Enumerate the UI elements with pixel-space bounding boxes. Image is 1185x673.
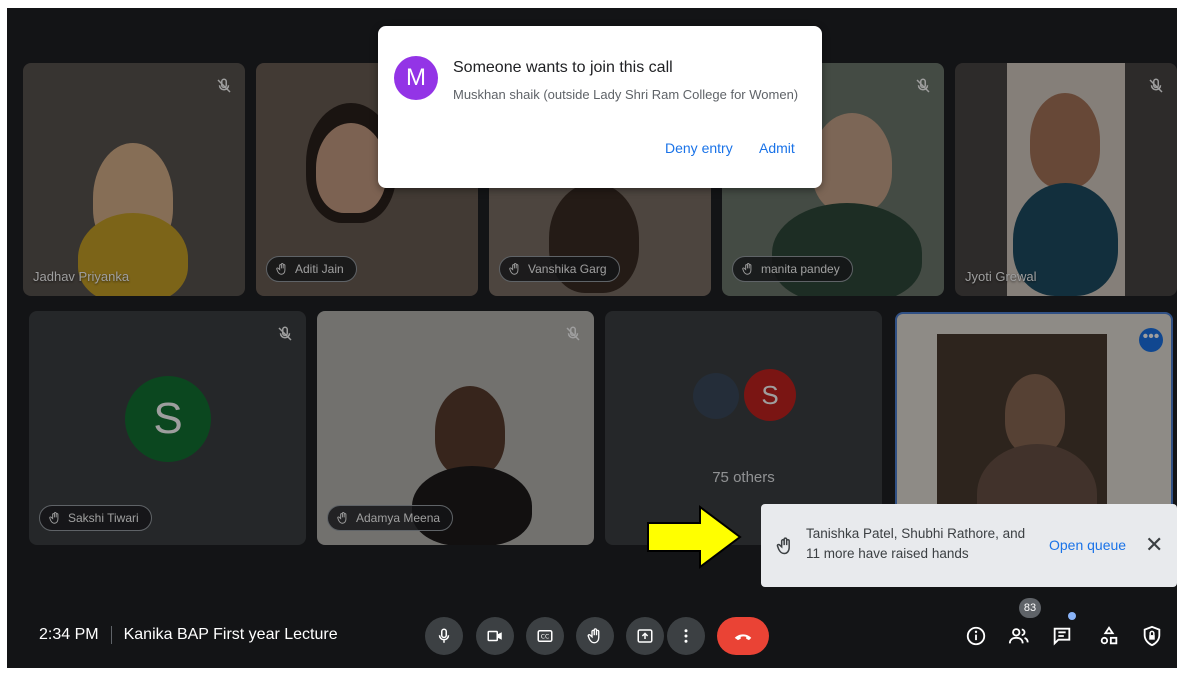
meeting-title: Kanika BAP First year Lecture [123,626,338,643]
svg-text:CC: CC [541,634,549,641]
chat-button[interactable] [1050,624,1074,648]
people-button[interactable] [1007,624,1031,648]
open-queue-button[interactable]: Open queue [1049,537,1126,553]
more-options-button[interactable] [667,617,705,655]
raised-hands-text: Tanishka Patel, Shubhi Rathore, and 11 m… [806,526,1026,561]
closed-captions-icon: CC [537,630,553,642]
raised-hand-icon [776,537,790,555]
deny-entry-button[interactable]: Deny entry [665,140,733,156]
admit-button[interactable]: Admit [759,140,795,156]
divider [110,626,112,644]
clock-time: 2:34 PM [39,626,99,643]
meeting-details-button[interactable] [964,624,988,648]
close-notification-button[interactable]: ✕ [1145,532,1163,558]
shield-lock-icon [1143,625,1161,647]
unread-dot [1068,612,1076,620]
present-screen-icon [637,629,653,643]
captions-button[interactable]: CC [526,617,564,655]
more-vert-icon [684,629,688,643]
people-count-badge: 83 [1019,598,1041,618]
chat-icon [1053,627,1071,646]
leave-call-button[interactable] [717,617,769,655]
mic-button[interactable] [425,617,463,655]
requester-avatar: M [394,56,438,100]
activities-button[interactable] [1097,624,1121,648]
raised-hands-notification: Tanishka Patel, Shubhi Rathore, and 11 m… [761,504,1177,587]
activities-icon [1100,626,1118,645]
annotation-arrow [647,505,742,569]
camera-button[interactable] [476,617,514,655]
end-call-icon [734,634,752,641]
host-controls-button[interactable] [1140,624,1164,648]
join-request-dialog: M Someone wants to join this call Muskha… [378,26,822,188]
info-icon [966,626,986,646]
meeting-details: 2:34 PM Kanika BAP First year Lecture [39,626,338,644]
raise-hand-icon [587,628,600,644]
people-icon [1008,628,1029,644]
mic-icon [438,628,450,643]
camera-icon [487,630,502,642]
meet-window: Jadhav Priyanka Aditi Jain Vanshika Garg… [7,8,1177,668]
dialog-subtitle: Muskhan shaik (outside Lady Shri Ram Col… [453,87,799,102]
present-button[interactable] [626,617,664,655]
raise-hand-button[interactable] [576,617,614,655]
dialog-title: Someone wants to join this call [453,59,673,76]
